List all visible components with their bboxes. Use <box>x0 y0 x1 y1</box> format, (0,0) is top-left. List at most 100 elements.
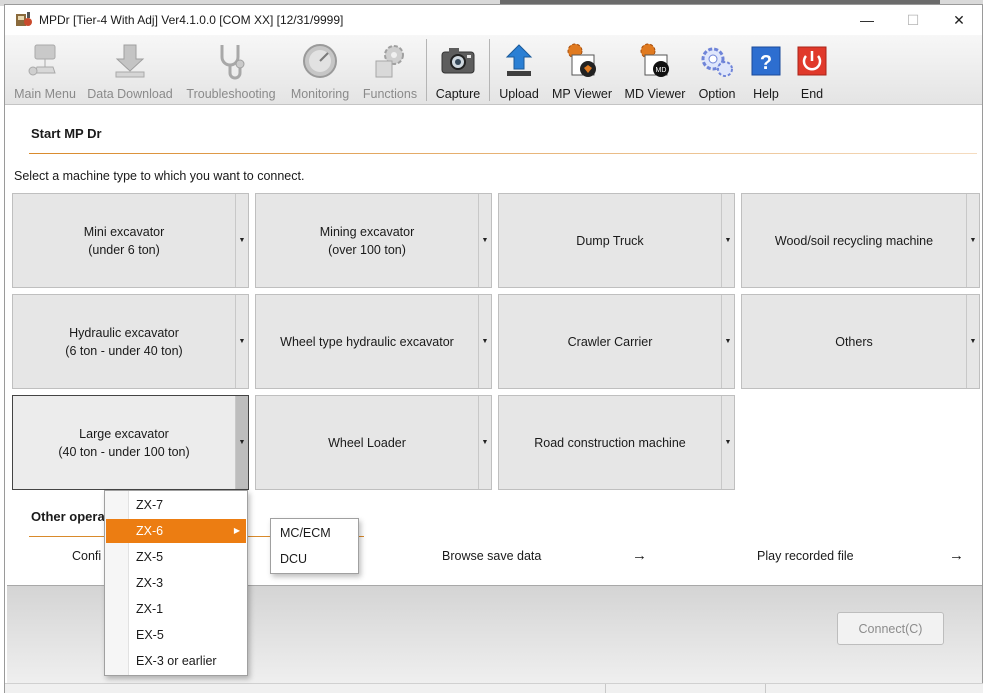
machine-dump-truck[interactable]: Dump Truck ▼ <box>498 193 735 288</box>
dropdown-arrow-icon[interactable]: ▼ <box>478 194 491 287</box>
menu-item-ex-5[interactable]: EX-5 <box>106 623 246 647</box>
toolbar-option[interactable]: Option <box>691 35 743 105</box>
toolbar-troubleshooting[interactable]: Troubleshooting <box>185 35 277 105</box>
machine-label: Others <box>742 295 966 388</box>
status-divider <box>765 684 766 693</box>
arrow-right-icon[interactable]: → <box>632 547 647 564</box>
toolbar-label: Troubleshooting <box>186 87 276 101</box>
toolbar-label: Data Download <box>87 87 173 101</box>
toolbar-label: End <box>800 87 824 101</box>
toolbar-functions[interactable]: Functions <box>357 35 423 105</box>
submenu-item-dcu[interactable]: DCU <box>272 547 357 571</box>
machine-crawler-carrier[interactable]: Crawler Carrier ▼ <box>498 294 735 389</box>
toolbar-label: Help <box>753 87 779 101</box>
machine-name: Dump Truck <box>576 233 644 248</box>
toolbar-label: Capture <box>435 87 481 101</box>
dropdown-arrow-icon[interactable]: ▼ <box>235 295 248 388</box>
svg-text:?: ? <box>760 52 772 74</box>
machine-road-construction[interactable]: Road construction machine ▼ <box>498 395 735 490</box>
machine-wheel-hydraulic-excavator[interactable]: Wheel type hydraulic excavator ▼ <box>255 294 492 389</box>
machine-large-excavator[interactable]: Large excavator (40 ton - under 100 ton) … <box>12 395 249 490</box>
machine-label: Road construction machine <box>499 396 721 489</box>
maximize-button[interactable]: ☐ <box>890 5 936 35</box>
help-icon: ? <box>751 46 781 76</box>
toolbar-md-viewer[interactable]: MD MD Viewer <box>621 35 689 105</box>
dropdown-arrow-icon[interactable]: ▼ <box>966 295 979 388</box>
toolbar-label: MP Viewer <box>552 87 612 101</box>
machine-name: Road construction machine <box>534 435 686 450</box>
option-gears-icon <box>701 47 733 77</box>
dropdown-arrow-icon[interactable]: ▼ <box>235 396 248 489</box>
title-bar: MPDr [Tier-4 With Adj] Ver4.1.0.0 [COM X… <box>5 5 982 35</box>
arrow-right-icon[interactable]: → <box>949 547 964 564</box>
machine-name: Large excavator <box>79 426 169 441</box>
machine-label: Hydraulic excavator (6 ton - under 40 ton… <box>13 295 235 388</box>
menu-item-zx-3[interactable]: ZX-3 <box>106 571 246 595</box>
dropdown-arrow-icon[interactable]: ▼ <box>478 295 491 388</box>
dropdown-arrow-icon[interactable]: ▼ <box>721 396 734 489</box>
machine-name: Wheel Loader <box>328 435 406 450</box>
dropdown-arrow-icon[interactable]: ▼ <box>235 194 248 287</box>
dropdown-arrow-icon[interactable]: ▼ <box>966 194 979 287</box>
machine-wood-soil-recycling[interactable]: Wood/soil recycling machine ▼ <box>741 193 980 288</box>
close-button[interactable]: ✕ <box>936 5 982 35</box>
submenu-arrow-icon: ▶ <box>233 526 240 535</box>
machine-label: Wheel Loader <box>256 396 478 489</box>
toolbar-main-menu[interactable]: Main Menu <box>7 35 83 105</box>
toolbar-mp-viewer[interactable]: MP Viewer <box>551 35 613 105</box>
md-viewer-icon: MD <box>640 43 669 77</box>
machine-label: Mini excavator (under 6 ton) <box>13 194 235 287</box>
title-divider <box>29 153 977 154</box>
connect-button[interactable]: Connect(C) <box>837 612 944 645</box>
menu-item-zx-1[interactable]: ZX-1 <box>106 597 246 621</box>
toolbar-data-download[interactable]: Data Download <box>87 35 173 105</box>
main-menu-icon <box>28 44 56 76</box>
machine-name: Mining excavator <box>319 224 415 239</box>
toolbar-separator <box>426 39 427 101</box>
machine-name: Others <box>835 334 873 349</box>
machine-label: Dump Truck <box>499 194 721 287</box>
machine-name: Hydraulic excavator <box>69 325 179 340</box>
toolbar-label: Functions <box>362 87 418 101</box>
machine-wheel-loader[interactable]: Wheel Loader ▼ <box>255 395 492 490</box>
camera-icon <box>441 48 475 74</box>
confirm-link[interactable]: Confi <box>72 549 101 563</box>
power-icon <box>797 46 827 76</box>
dropdown-arrow-icon[interactable]: ▼ <box>721 295 734 388</box>
toolbar-capture[interactable]: Capture <box>429 35 487 105</box>
menu-item-label: ZX-6 <box>136 524 164 538</box>
functions-gear-icon <box>375 45 404 78</box>
browse-save-data-link[interactable]: Browse save data <box>442 549 541 563</box>
toolbar: Main Menu Data Download Troubleshooting <box>5 35 982 105</box>
model-dropdown-menu: ZX-7 ZX-6 ▶ ZX-5 ZX-3 ZX-1 EX-5 EX-3 or e… <box>104 490 248 676</box>
machine-name: Wood/soil recycling machine <box>774 233 934 248</box>
app-icon <box>16 12 32 26</box>
menu-item-zx-6[interactable]: ZX-6 ▶ <box>106 519 246 543</box>
toolbar-monitoring[interactable]: Monitoring <box>285 35 355 105</box>
submenu-item-mc-ecm[interactable]: MC/ECM <box>272 521 357 545</box>
machine-mining-excavator[interactable]: Mining excavator (over 100 ton) ▼ <box>255 193 492 288</box>
menu-item-ex-3-or-earlier[interactable]: EX-3 or earlier <box>106 649 246 673</box>
minimize-button[interactable]: — <box>844 5 890 35</box>
instruction-text: Select a machine type to which you want … <box>14 169 305 183</box>
machine-name: Wheel type hydraulic excavator <box>280 334 454 349</box>
machine-label: Large excavator (40 ton - under 100 ton) <box>13 396 235 489</box>
machine-others[interactable]: Others ▼ <box>741 294 980 389</box>
toolbar-help[interactable]: ? Help <box>745 35 787 105</box>
machine-mini-excavator[interactable]: Mini excavator (under 6 ton) ▼ <box>12 193 249 288</box>
dropdown-arrow-icon[interactable]: ▼ <box>721 194 734 287</box>
machine-hydraulic-excavator[interactable]: Hydraulic excavator (6 ton - under 40 ton… <box>12 294 249 389</box>
machine-range: (over 100 ton) <box>328 242 406 257</box>
play-recorded-file-link[interactable]: Play recorded file <box>757 549 854 563</box>
machine-label: Crawler Carrier <box>499 295 721 388</box>
menu-item-zx-5[interactable]: ZX-5 <box>106 545 246 569</box>
toolbar-separator <box>489 39 490 101</box>
page-title: Start MP Dr <box>31 126 102 141</box>
toolbar-label: Option <box>698 87 736 101</box>
toolbar-upload[interactable]: Upload <box>493 35 545 105</box>
toolbar-end[interactable]: End <box>791 35 833 105</box>
machine-range: (under 6 ton) <box>88 242 160 257</box>
menu-item-zx-7[interactable]: ZX-7 <box>106 493 246 517</box>
stethoscope-icon <box>220 45 245 80</box>
dropdown-arrow-icon[interactable]: ▼ <box>478 396 491 489</box>
